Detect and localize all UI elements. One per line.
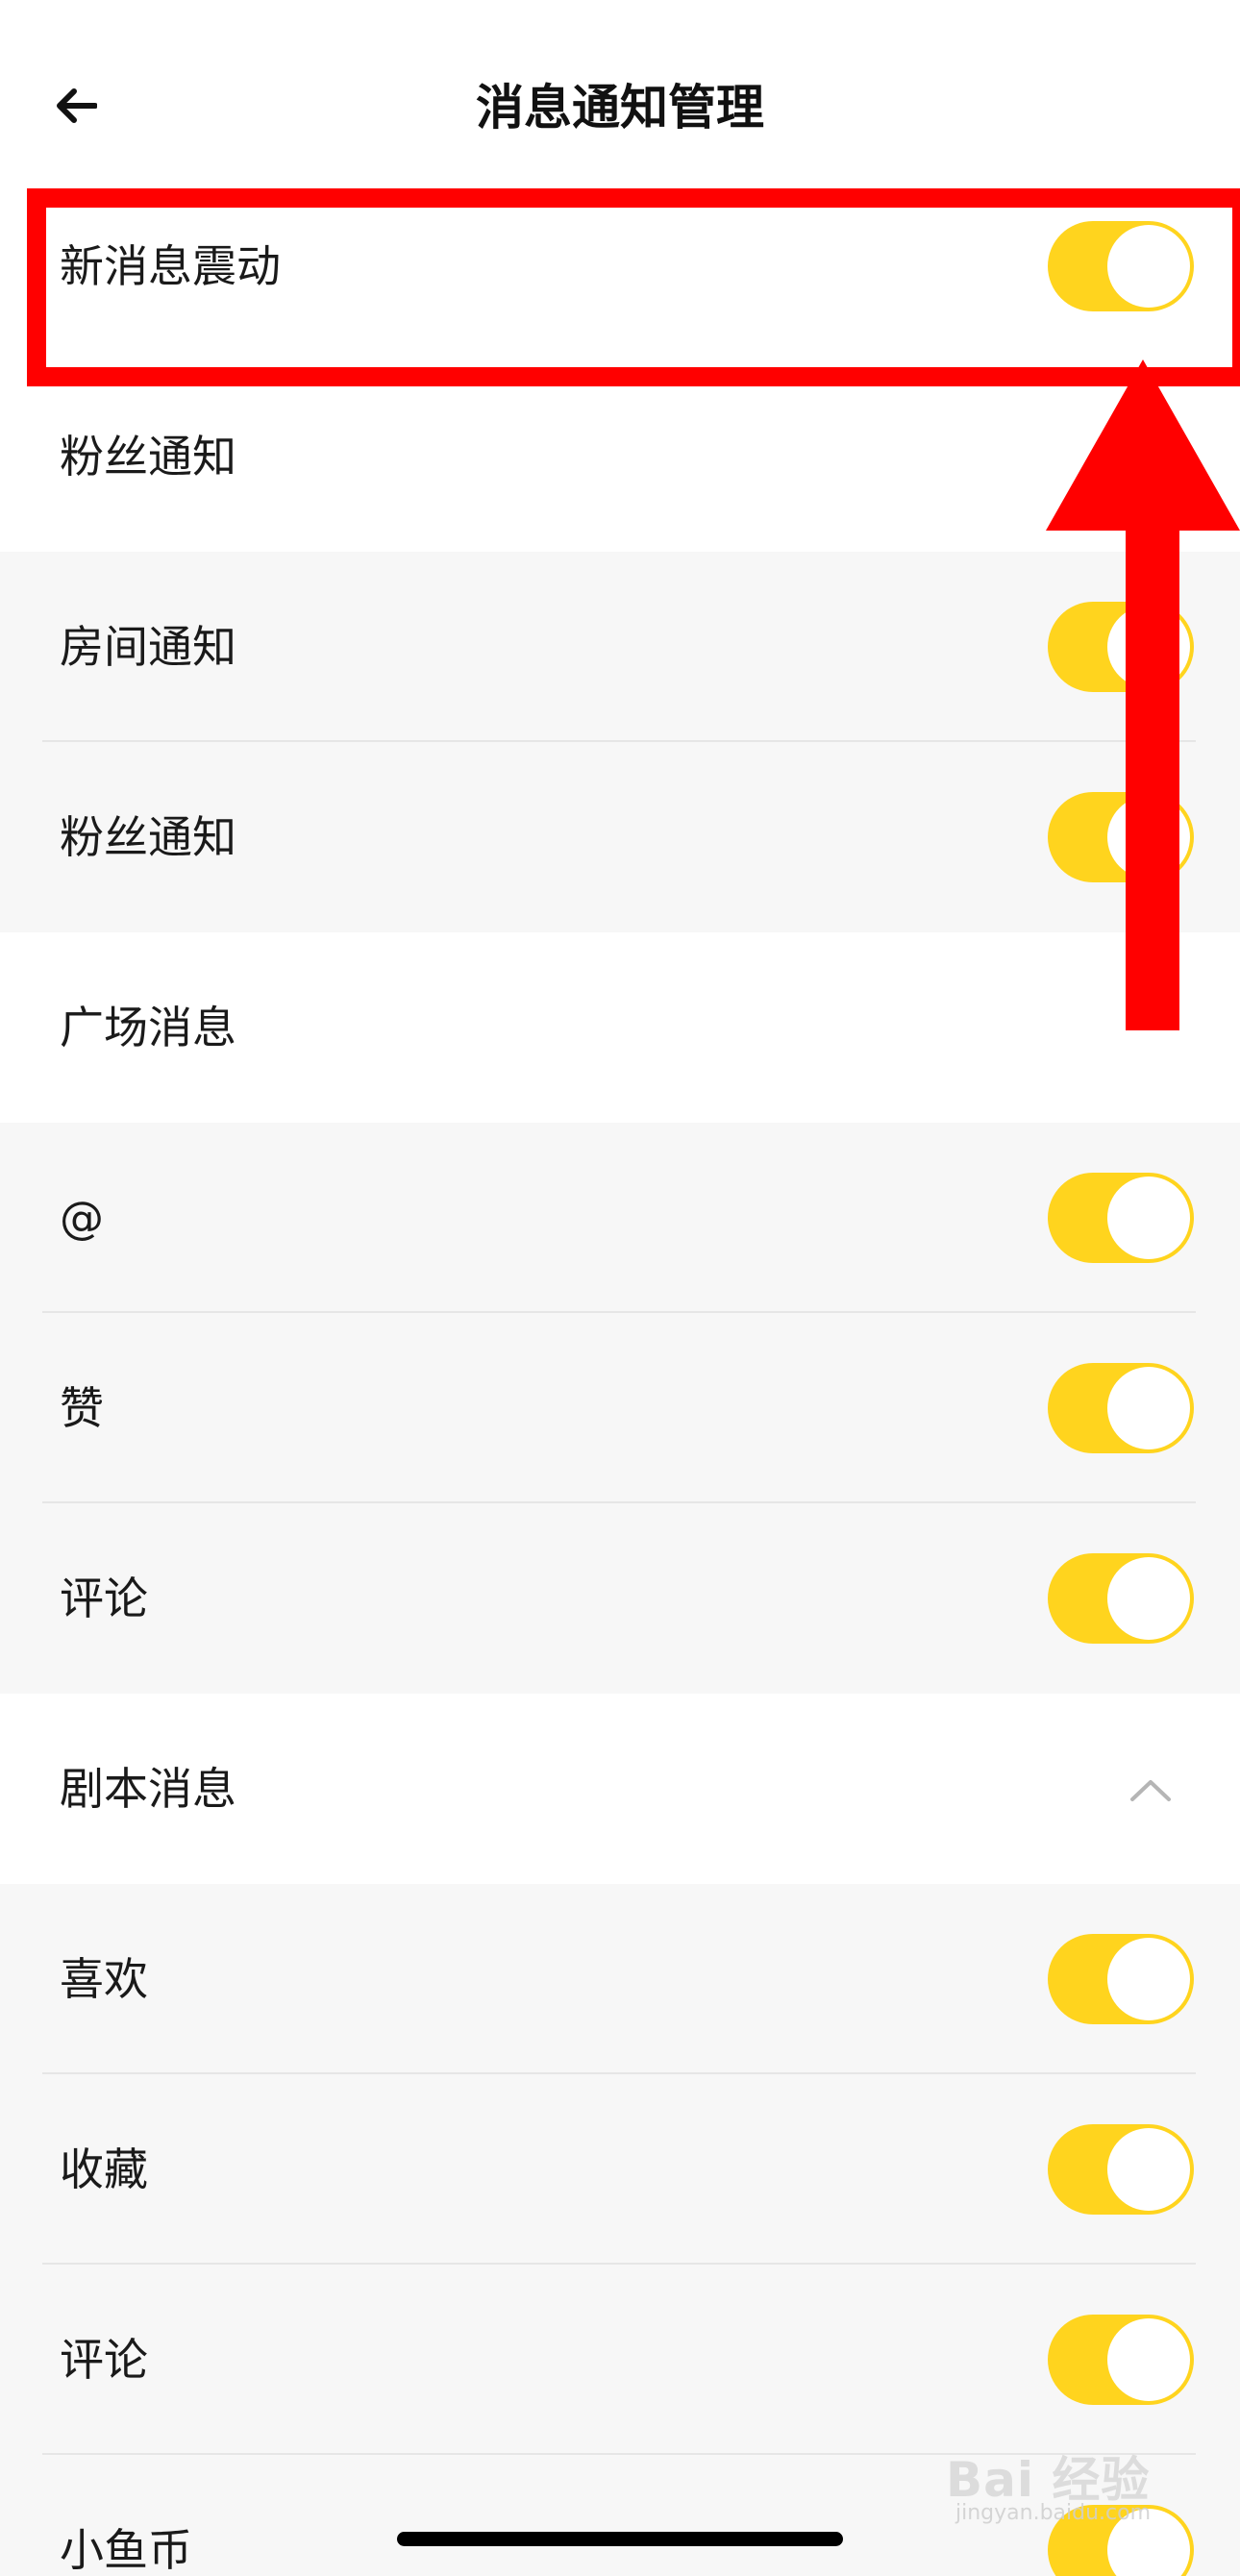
script-comment-toggle[interactable] bbox=[1048, 2315, 1194, 2405]
favorite-toggle[interactable] bbox=[1048, 1934, 1194, 2024]
toggle-knob bbox=[1107, 1367, 1190, 1449]
setting-row-comment: 评论 bbox=[0, 1503, 1240, 1694]
watermark: Bai 经验 jingyan.baidu.com bbox=[946, 2441, 1234, 2538]
section-label: 粉丝通知 bbox=[60, 431, 236, 483]
home-indicator[interactable] bbox=[397, 2532, 843, 2546]
watermark-url: jingyan.baidu.com bbox=[955, 2501, 1152, 2525]
toggle-knob bbox=[1107, 1177, 1190, 1259]
setting-label: 赞 bbox=[60, 1382, 104, 1434]
setting-label: 评论 bbox=[60, 1573, 148, 1624]
mention-toggle[interactable] bbox=[1048, 1173, 1194, 1263]
chevron-up-icon[interactable] bbox=[1125, 1765, 1177, 1817]
setting-label: 收藏 bbox=[60, 2143, 148, 2195]
section-label: 剧本消息 bbox=[60, 1763, 236, 1815]
toggle-knob bbox=[1107, 1557, 1190, 1640]
collect-toggle[interactable] bbox=[1048, 2124, 1194, 2215]
section-label: 广场消息 bbox=[60, 1002, 236, 1053]
setting-label: 房间通知 bbox=[60, 621, 236, 673]
setting-label: 喜欢 bbox=[60, 1953, 148, 2005]
page-title: 消息通知管理 bbox=[476, 80, 764, 136]
section-header-script-messages[interactable]: 剧本消息 bbox=[0, 1694, 1240, 1884]
setting-row-like: 赞 bbox=[0, 1313, 1240, 1503]
setting-row-script-comment: 评论 bbox=[0, 2265, 1240, 2455]
like-toggle[interactable] bbox=[1048, 1363, 1194, 1453]
setting-label: 粉丝通知 bbox=[60, 811, 236, 863]
arrow-up-annotation-icon bbox=[1046, 359, 1240, 1030]
setting-row-mention: @ bbox=[0, 1123, 1240, 1313]
toggle-knob bbox=[1107, 2318, 1190, 2401]
setting-row-collect: 收藏 bbox=[0, 2074, 1240, 2265]
setting-row-favorite: 喜欢 bbox=[0, 1884, 1240, 2074]
setting-label: 评论 bbox=[60, 2334, 148, 2386]
setting-label: 小鱼币 bbox=[60, 2524, 192, 2576]
toggle-knob bbox=[1107, 2128, 1190, 2211]
setting-label: @ bbox=[60, 1192, 104, 1244]
comment-toggle[interactable] bbox=[1048, 1553, 1194, 1644]
highlight-annotation-box bbox=[27, 188, 1240, 386]
toggle-knob bbox=[1107, 1938, 1190, 2020]
